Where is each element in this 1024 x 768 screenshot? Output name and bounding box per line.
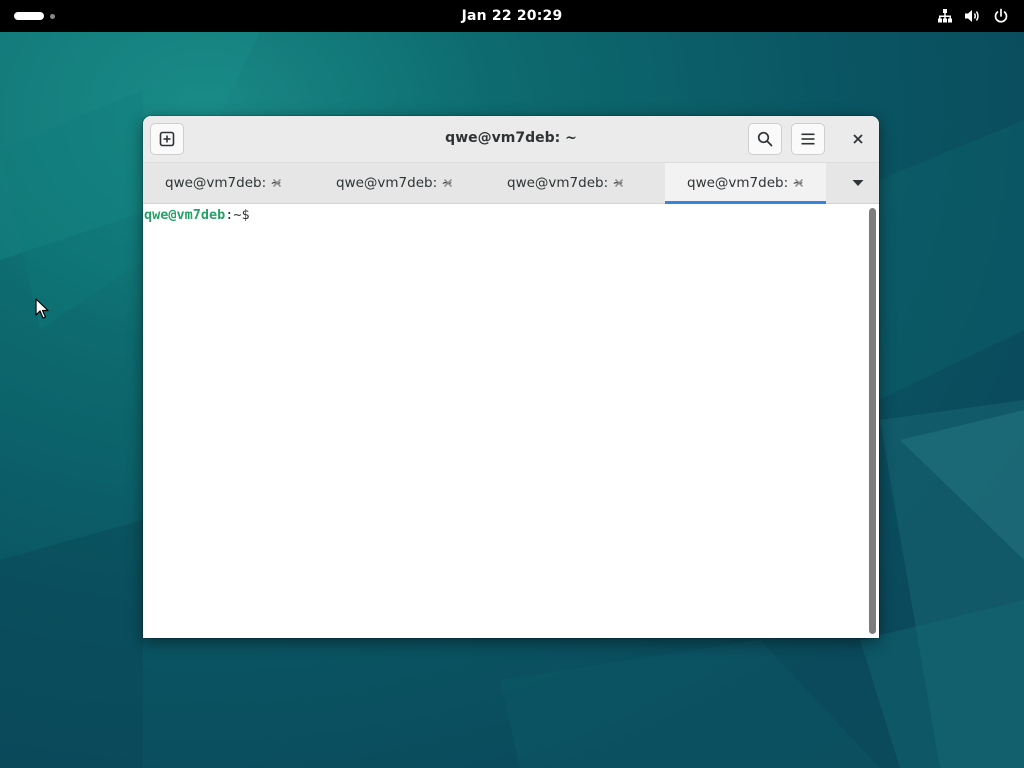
- top-bar: Jan 22 20:29: [0, 0, 1024, 32]
- mouse-pointer-icon: [35, 298, 49, 319]
- workspace-indicator-active: [14, 12, 44, 20]
- volume-icon[interactable]: [964, 7, 982, 25]
- tab-1[interactable]: qwe@vm7deb: ~: [143, 163, 304, 203]
- clock[interactable]: Jan 22 20:29: [462, 8, 563, 24]
- activities-button[interactable]: [14, 11, 58, 21]
- tab-close-button[interactable]: [792, 176, 806, 190]
- tab-2[interactable]: qwe@vm7deb: ~: [314, 163, 475, 203]
- tab-close-button[interactable]: [270, 176, 284, 190]
- prompt-path: :~$: [225, 207, 250, 223]
- chevron-down-icon: [852, 180, 864, 186]
- scrollbar[interactable]: [869, 208, 876, 634]
- close-icon: [614, 178, 624, 188]
- tab-label: qwe@vm7deb: ~: [687, 175, 804, 191]
- tab-3[interactable]: qwe@vm7deb: ~: [485, 163, 646, 203]
- system-tray[interactable]: [936, 6, 1010, 26]
- window-close-button[interactable]: [847, 128, 869, 150]
- network-wired-icon[interactable]: [936, 7, 954, 25]
- close-icon: [853, 134, 863, 144]
- clock-container: Jan 22 20:29: [0, 0, 1024, 32]
- search-button[interactable]: [748, 123, 782, 155]
- close-icon: [272, 178, 282, 188]
- tabs-overflow-button[interactable]: [845, 168, 871, 198]
- new-tab-button[interactable]: [150, 123, 184, 155]
- tab-4-active[interactable]: qwe@vm7deb: ~: [665, 163, 826, 204]
- tab-bar: qwe@vm7deb: ~ qwe@vm7deb: ~ qwe@vm7deb: …: [143, 163, 879, 204]
- terminal-area[interactable]: qwe@vm7deb:~$: [143, 204, 879, 638]
- close-icon: [794, 178, 804, 188]
- power-icon[interactable]: [992, 7, 1010, 25]
- prompt-user-host: qwe@vm7deb: [144, 207, 226, 223]
- tab-label: qwe@vm7deb: ~: [336, 175, 453, 191]
- search-icon: [757, 131, 773, 147]
- terminal-prompt: qwe@vm7deb:~$: [144, 206, 250, 224]
- terminal-window: qwe@vm7deb: ~ qwe@vm7deb: ~ qwe@vm7deb: …: [143, 116, 879, 638]
- tab-close-button[interactable]: [441, 176, 455, 190]
- header-bar[interactable]: qwe@vm7deb: ~: [143, 116, 879, 163]
- main-menu-button[interactable]: [791, 123, 825, 155]
- tab-label: qwe@vm7deb: ~: [507, 175, 624, 191]
- workspace-indicator-dot: [50, 14, 55, 19]
- close-icon: [443, 178, 453, 188]
- new-tab-icon: [159, 131, 175, 147]
- tab-close-button[interactable]: [612, 176, 626, 190]
- hamburger-menu-icon: [801, 133, 815, 145]
- tab-label: qwe@vm7deb: ~: [165, 175, 282, 191]
